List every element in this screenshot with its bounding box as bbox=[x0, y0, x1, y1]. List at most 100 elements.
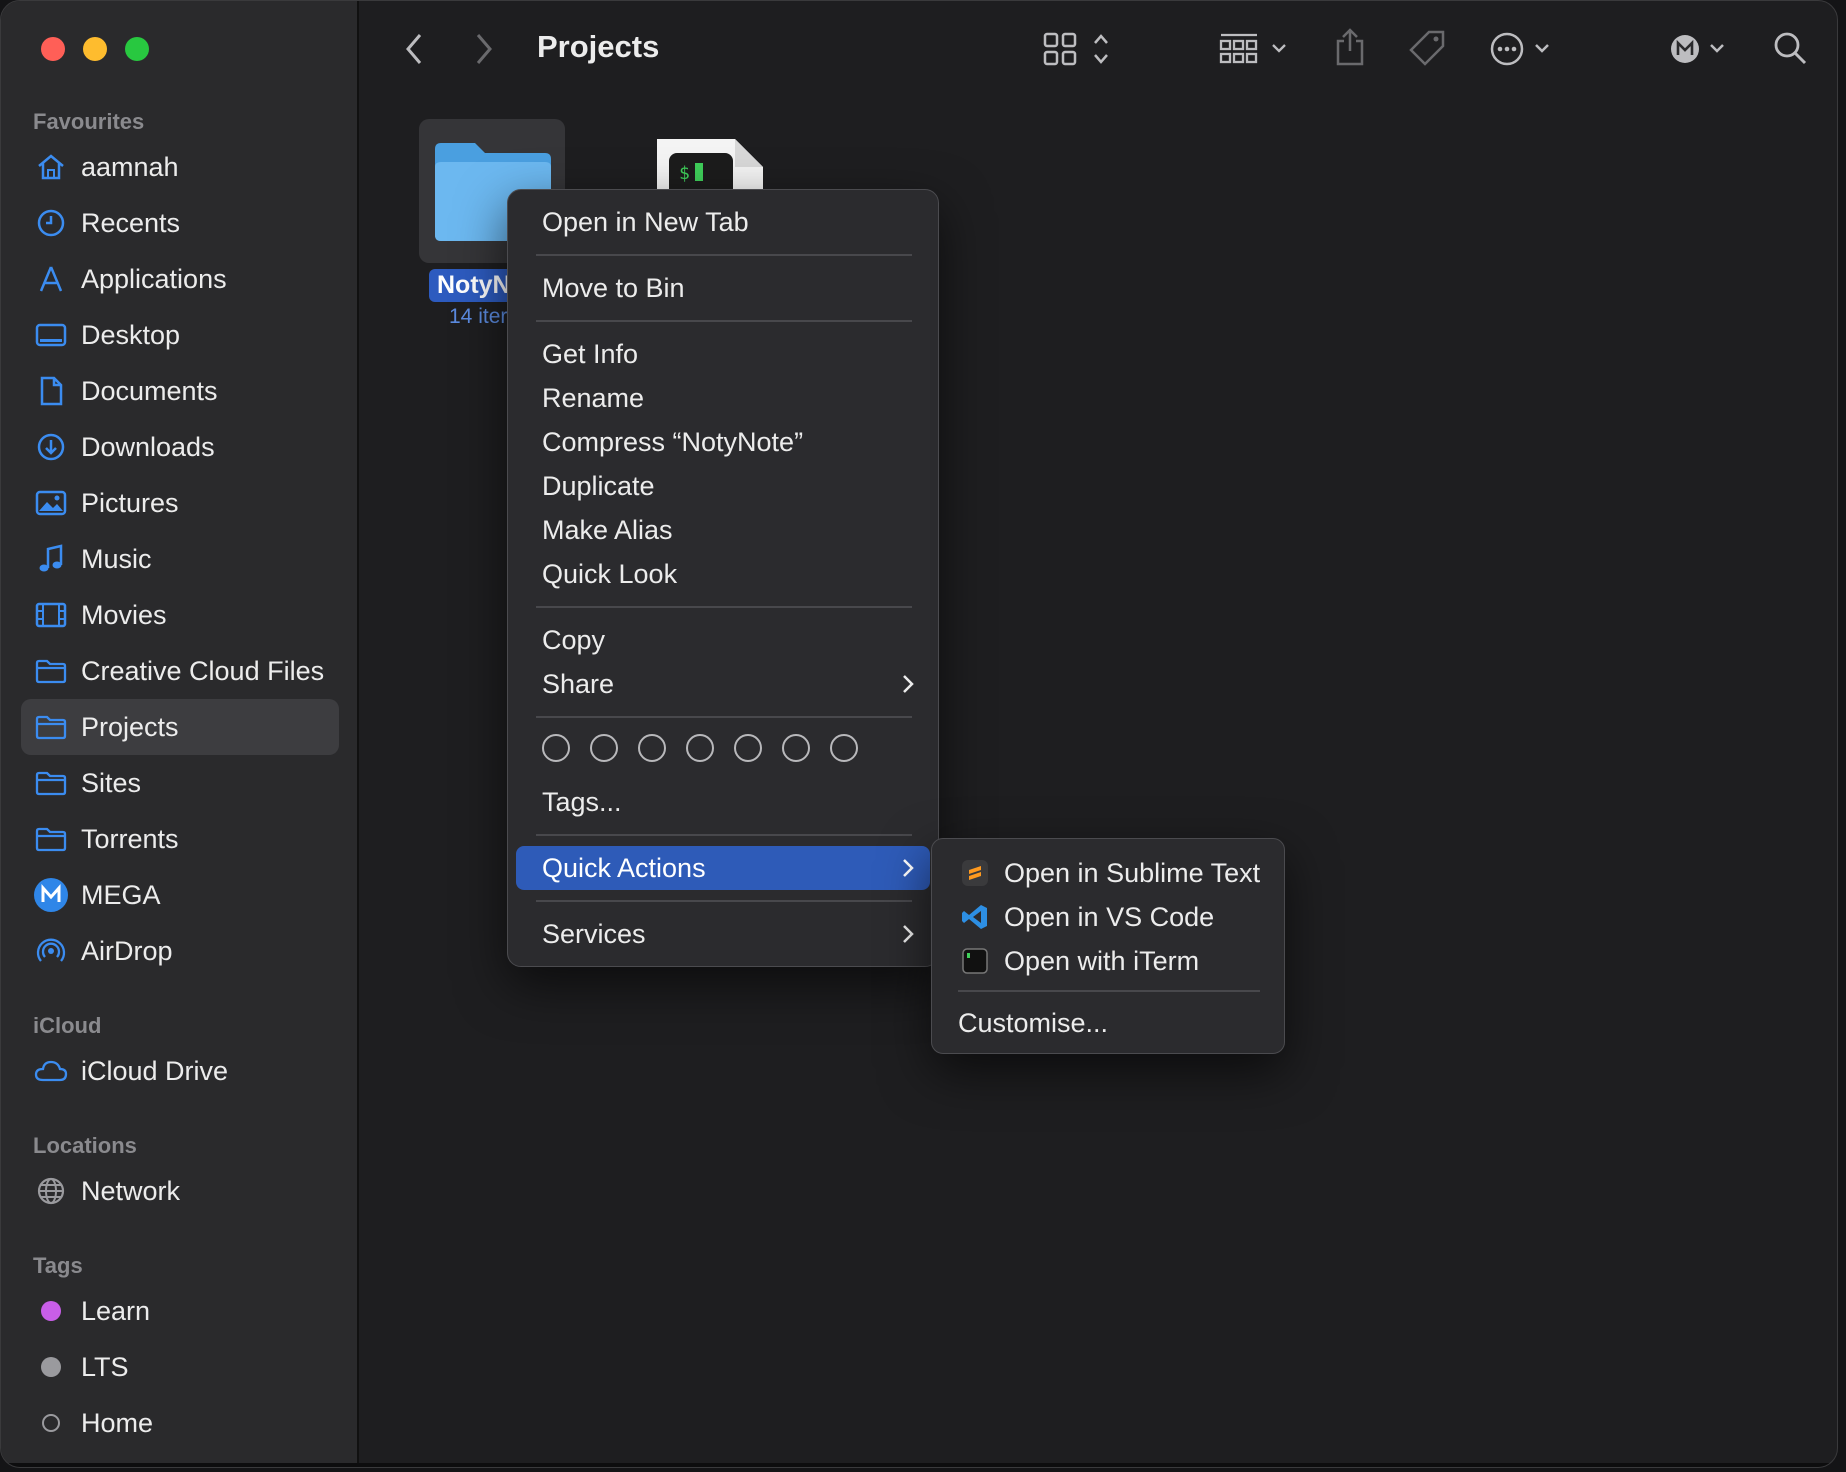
document-icon bbox=[31, 371, 71, 411]
menu-item-label: Quick Actions bbox=[542, 852, 706, 883]
cloud-icon bbox=[31, 1051, 71, 1091]
clock-icon bbox=[31, 203, 71, 243]
chevron-right-icon bbox=[900, 920, 916, 955]
chevron-right-icon bbox=[900, 670, 916, 705]
menu-item-share[interactable]: Share bbox=[516, 662, 930, 706]
sidebar: Favourites aamnah Recents Applications D… bbox=[1, 1, 359, 1467]
sidebar-item-music[interactable]: Music bbox=[21, 531, 339, 587]
mega-toolbar-icon[interactable] bbox=[1667, 31, 1737, 67]
sidebar-item-projects[interactable]: Projects bbox=[21, 699, 339, 755]
menu-item-move-to-bin[interactable]: Move to Bin bbox=[516, 266, 930, 310]
globe-icon bbox=[31, 1171, 71, 1211]
menu-separator bbox=[536, 254, 912, 256]
submenu-item-sublime[interactable]: Open in Sublime Text bbox=[940, 851, 1276, 895]
sidebar-item-network[interactable]: Network bbox=[21, 1163, 339, 1219]
svg-text:$: $ bbox=[679, 163, 690, 184]
menu-separator bbox=[958, 990, 1260, 992]
sidebar-item-label: Learn bbox=[81, 1295, 151, 1326]
sidebar-tag-home[interactable]: Home bbox=[21, 1395, 339, 1451]
more-icon[interactable] bbox=[1489, 31, 1559, 67]
sidebar-item-icloud-drive[interactable]: iCloud Drive bbox=[21, 1043, 339, 1099]
sidebar-item-documents[interactable]: Documents bbox=[21, 363, 339, 419]
sidebar-item-movies[interactable]: Movies bbox=[21, 587, 339, 643]
quick-actions-submenu: Open in Sublime Text Open in VS Code Ope… bbox=[931, 838, 1285, 1054]
menu-item-duplicate[interactable]: Duplicate bbox=[516, 464, 930, 508]
photo-icon bbox=[31, 483, 71, 523]
tag-color-picker bbox=[542, 734, 858, 762]
toolbar: Projects bbox=[361, 1, 1837, 97]
tag-color-option[interactable] bbox=[542, 734, 570, 762]
film-icon bbox=[31, 595, 71, 635]
menu-item-make-alias[interactable]: Make Alias bbox=[516, 508, 930, 552]
folder-name-label[interactable]: NotyN bbox=[429, 269, 519, 302]
tag-color-option[interactable] bbox=[590, 734, 618, 762]
folder-icon bbox=[31, 651, 71, 691]
menu-item-tags[interactable]: Tags... bbox=[516, 780, 930, 824]
menu-separator bbox=[536, 834, 912, 836]
sidebar-item-label: Applications bbox=[81, 263, 227, 294]
tag-color-option[interactable] bbox=[734, 734, 762, 762]
minimize-button[interactable] bbox=[83, 37, 107, 61]
search-icon[interactable] bbox=[1771, 29, 1809, 67]
tag-color-option[interactable] bbox=[686, 734, 714, 762]
close-button[interactable] bbox=[41, 37, 65, 61]
folder-icon bbox=[31, 819, 71, 859]
sidebar-item-sites[interactable]: Sites bbox=[21, 755, 339, 811]
window-controls bbox=[41, 37, 149, 61]
sidebar-item-desktop[interactable]: Desktop bbox=[21, 307, 339, 363]
sidebar-item-label: MEGA bbox=[81, 879, 161, 910]
sidebar-item-label: Recents bbox=[81, 207, 181, 238]
sidebar-item-pictures[interactable]: Pictures bbox=[21, 475, 339, 531]
tag-dot-icon bbox=[31, 1291, 71, 1331]
submenu-item-vscode[interactable]: Open in VS Code bbox=[940, 895, 1276, 939]
applications-icon bbox=[31, 259, 71, 299]
sidebar-item-label: Projects bbox=[81, 711, 179, 742]
menu-item-quick-look[interactable]: Quick Look bbox=[516, 552, 930, 596]
menu-item-label: Services bbox=[542, 918, 646, 949]
sidebar-item-recents[interactable]: Recents bbox=[21, 195, 339, 251]
sidebar-item-label: Movies bbox=[81, 599, 167, 630]
tag-color-option[interactable] bbox=[638, 734, 666, 762]
tag-color-option[interactable] bbox=[830, 734, 858, 762]
menu-separator bbox=[536, 900, 912, 902]
group-icon[interactable] bbox=[1219, 31, 1293, 67]
folder-icon bbox=[31, 763, 71, 803]
section-favourites: Favourites bbox=[33, 109, 145, 134]
back-icon[interactable] bbox=[403, 31, 425, 67]
menu-item-get-info[interactable]: Get Info bbox=[516, 332, 930, 376]
sidebar-item-torrents[interactable]: Torrents bbox=[21, 811, 339, 867]
vscode-icon bbox=[960, 902, 990, 932]
sidebar-item-aamnah[interactable]: aamnah bbox=[21, 139, 339, 195]
music-note-icon bbox=[31, 539, 71, 579]
grid-view-icon[interactable] bbox=[1043, 31, 1113, 67]
sidebar-item-creative-cloud-files[interactable]: Creative Cloud Files bbox=[21, 643, 339, 699]
status-strip bbox=[1, 1463, 1837, 1467]
sidebar-tag-learn[interactable]: Learn bbox=[21, 1283, 339, 1339]
tag-color-option[interactable] bbox=[782, 734, 810, 762]
menu-item-label: Share bbox=[542, 668, 615, 699]
tag-icon[interactable] bbox=[1407, 29, 1447, 69]
folder-icon bbox=[31, 707, 71, 747]
sidebar-item-downloads[interactable]: Downloads bbox=[21, 419, 339, 475]
chevron-right-icon bbox=[900, 854, 916, 889]
sidebar-item-airdrop[interactable]: AirDrop bbox=[21, 923, 339, 979]
sidebar-item-applications[interactable]: Applications bbox=[21, 251, 339, 307]
menu-item-open-new-tab[interactable]: Open in New Tab bbox=[516, 200, 930, 244]
submenu-item-customise[interactable]: Customise... bbox=[940, 1001, 1276, 1045]
menu-item-quick-actions[interactable]: Quick Actions bbox=[516, 846, 930, 890]
sidebar-item-mega[interactable]: MEGA bbox=[21, 867, 339, 923]
menu-item-services[interactable]: Services bbox=[516, 912, 930, 956]
sidebar-item-label: Sites bbox=[81, 767, 142, 798]
share-icon[interactable] bbox=[1333, 27, 1367, 67]
menu-item-rename[interactable]: Rename bbox=[516, 376, 930, 420]
sidebar-tag-lts[interactable]: LTS bbox=[21, 1339, 339, 1395]
forward-icon[interactable] bbox=[473, 31, 495, 67]
menu-item-copy[interactable]: Copy bbox=[516, 618, 930, 662]
submenu-item-iterm[interactable]: Open with iTerm bbox=[940, 939, 1276, 983]
finder-window: Favourites aamnah Recents Applications D… bbox=[0, 0, 1838, 1468]
sidebar-item-label: Network bbox=[81, 1175, 181, 1206]
zoom-button[interactable] bbox=[125, 37, 149, 61]
menu-separator bbox=[536, 716, 912, 718]
menu-item-compress[interactable]: Compress “NotyNote” bbox=[516, 420, 930, 464]
mega-icon bbox=[31, 875, 71, 915]
